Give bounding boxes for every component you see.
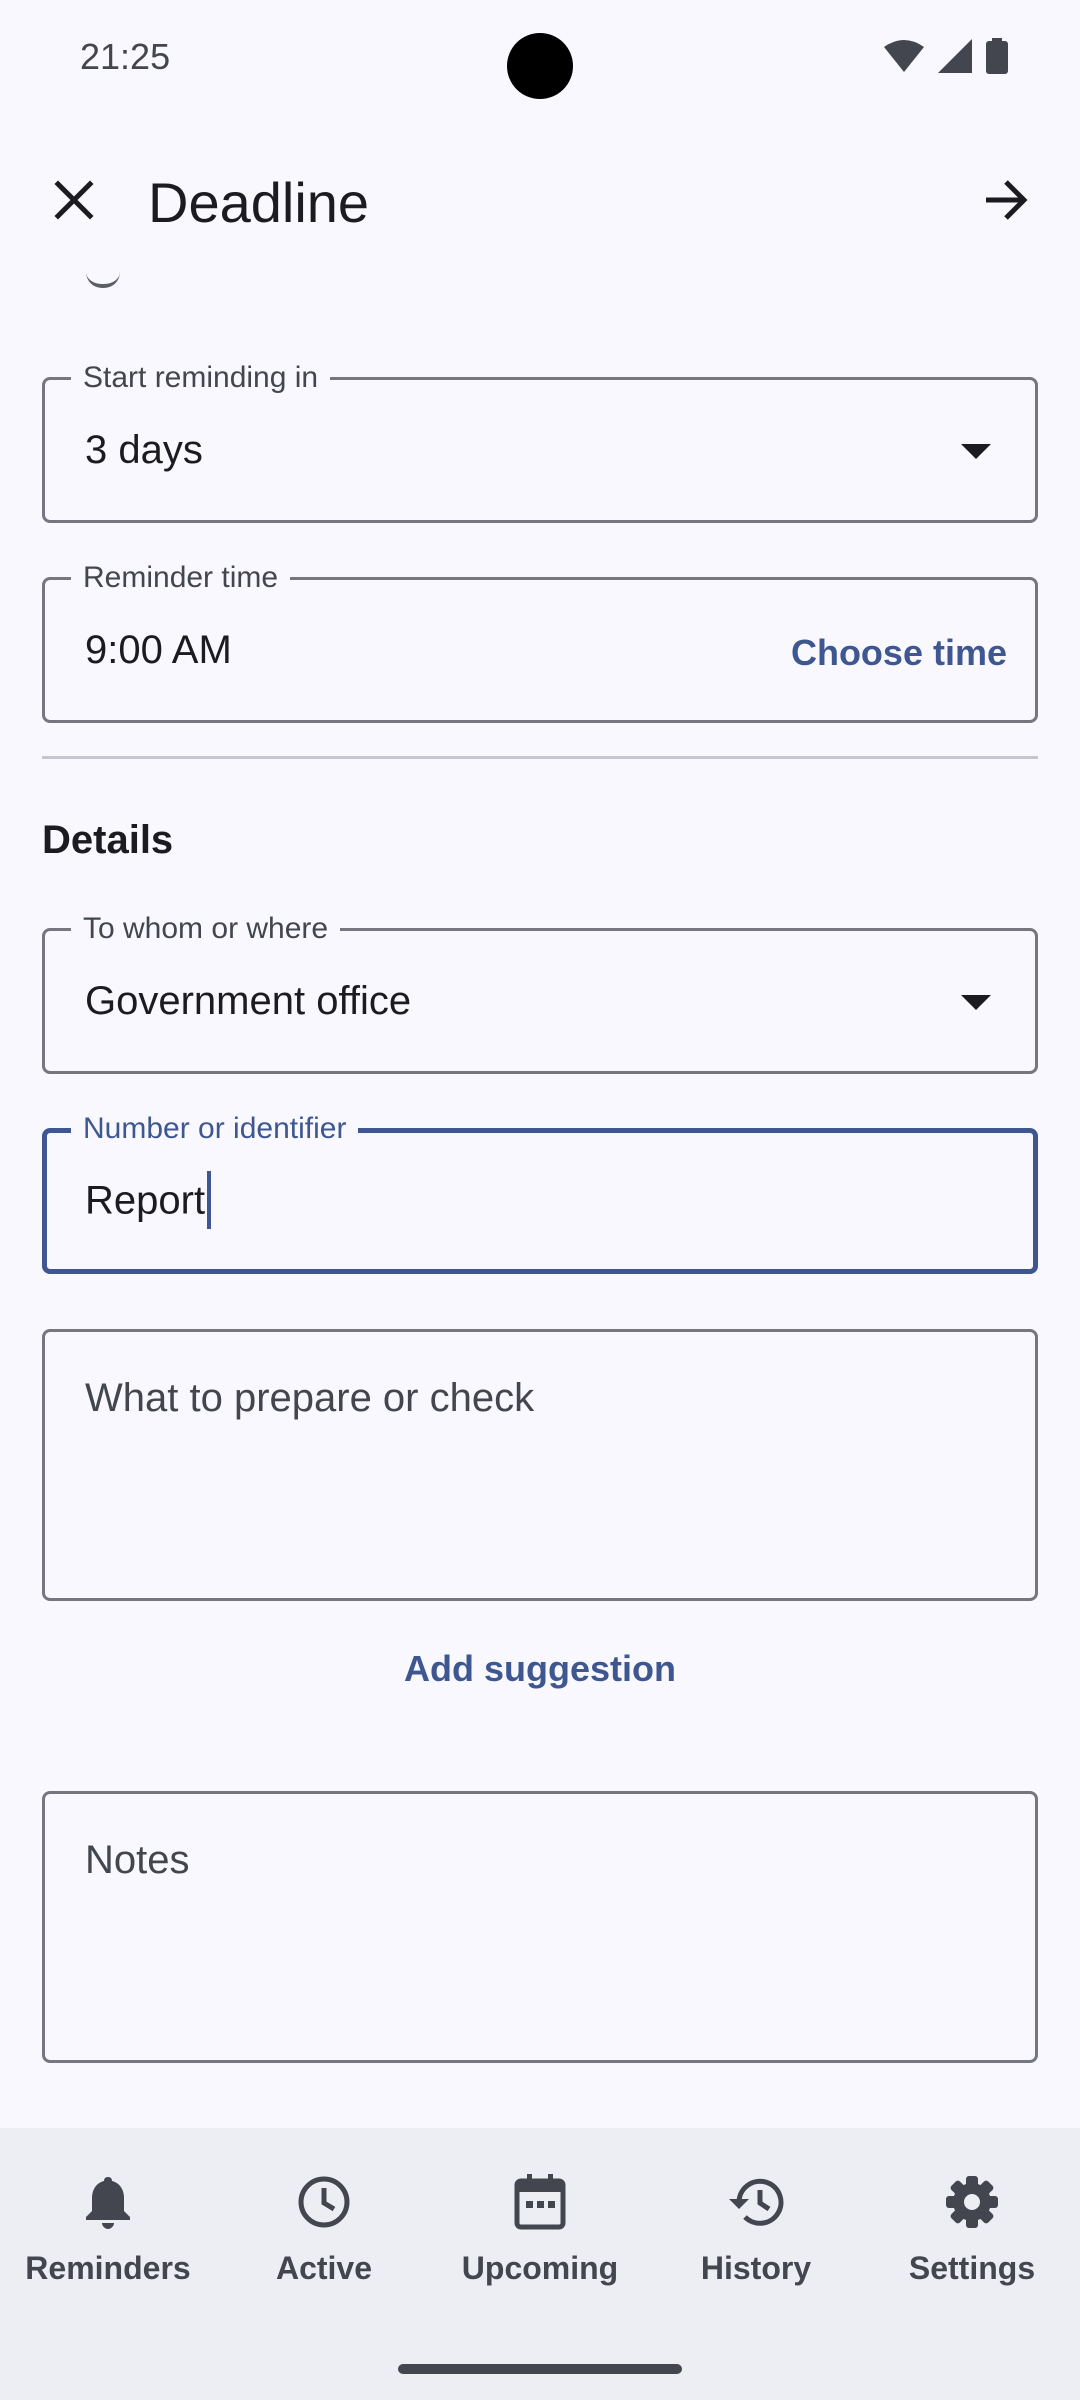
history-icon (724, 2170, 788, 2234)
close-icon (52, 178, 96, 227)
screen: 21:25 Deadline Start reminding in 3 days… (0, 0, 1080, 2400)
wifi-icon (884, 39, 924, 78)
nav-label: Active (275, 2250, 373, 2286)
top-app-bar: Deadline (0, 140, 1080, 264)
notes-placeholder: Notes (85, 1838, 190, 1882)
text-cursor (207, 1171, 212, 1229)
choose-time-button[interactable]: Choose time (791, 632, 1007, 674)
nav-label: Settings (908, 2250, 1036, 2286)
status-time: 21:25 (80, 36, 171, 77)
dropdown-arrow-icon (961, 995, 991, 1010)
reminder-time-field[interactable]: Reminder time 9:00 AM Choose time (42, 560, 1038, 723)
notes-textarea[interactable]: Notes (42, 1791, 1038, 2063)
add-suggestion-button[interactable]: Add suggestion (0, 1648, 1080, 1690)
nav-label: History (700, 2250, 812, 2286)
clock-icon (292, 2170, 356, 2234)
prepare-placeholder: What to prepare or check (85, 1376, 535, 1420)
nav-label: Upcoming (461, 2250, 619, 2286)
details-heading: Details (42, 818, 174, 862)
status-icons (884, 37, 1008, 79)
signal-icon (938, 38, 972, 78)
to-whom-value: Government office (85, 979, 412, 1023)
identifier-value-wrap: Report (85, 1171, 212, 1229)
page-title: Deadline (148, 171, 370, 234)
next-button[interactable] (958, 154, 1054, 250)
nav-item-history[interactable]: History (648, 2128, 864, 2328)
identifier-value: Report (85, 1178, 206, 1223)
camera-cutout (507, 33, 573, 99)
nav-item-active[interactable]: Active (216, 2128, 432, 2328)
to-whom-label: To whom or where (71, 911, 341, 947)
nav-item-reminders[interactable]: Reminders (0, 2128, 216, 2328)
start-reminding-value: 3 days (85, 428, 203, 472)
gesture-handle[interactable] (398, 2364, 682, 2374)
status-bar: 21:25 (0, 0, 1080, 120)
dropdown-arrow-icon (961, 444, 991, 459)
reminder-time-value: 9:00 AM (85, 628, 232, 672)
scrolled-content-edge (86, 272, 120, 288)
battery-icon (986, 37, 1008, 79)
arrow-forward-icon (982, 178, 1030, 227)
bottom-navigation: Reminders Active Upcoming History Settin… (0, 2128, 1080, 2400)
start-reminding-label: Start reminding in (71, 360, 331, 396)
gear-icon (940, 2170, 1004, 2234)
nav-item-settings[interactable]: Settings (864, 2128, 1080, 2328)
nav-label: Reminders (25, 2250, 191, 2286)
to-whom-dropdown[interactable]: To whom or where Government office (42, 911, 1038, 1074)
prepare-textarea[interactable]: What to prepare or check (42, 1329, 1038, 1601)
close-button[interactable] (26, 154, 122, 250)
nav-item-upcoming[interactable]: Upcoming (432, 2128, 648, 2328)
reminder-time-label: Reminder time (71, 560, 291, 596)
calendar-icon (508, 2170, 572, 2234)
identifier-input[interactable]: Number or identifier Report (42, 1111, 1038, 1274)
start-reminding-dropdown[interactable]: Start reminding in 3 days (42, 360, 1038, 523)
bell-icon (76, 2170, 140, 2234)
identifier-label: Number or identifier (71, 1111, 359, 1147)
section-divider (42, 756, 1038, 759)
